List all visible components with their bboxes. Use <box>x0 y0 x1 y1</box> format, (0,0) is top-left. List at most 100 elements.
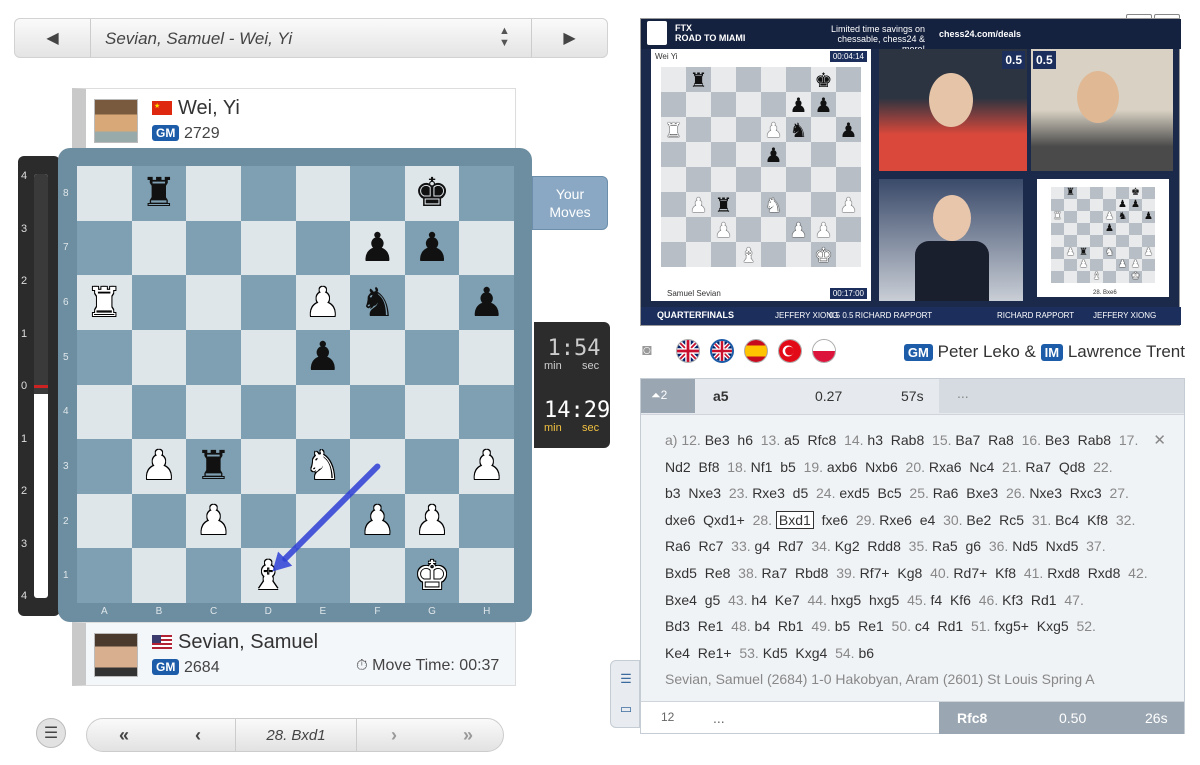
analysis-move[interactable]: Kf6 <box>950 592 971 608</box>
spain-flag-icon[interactable] <box>744 339 768 363</box>
square-a3[interactable]: 3 <box>63 439 132 494</box>
first-move-button[interactable]: « <box>87 719 161 751</box>
analysis-move[interactable]: Nd5 <box>1012 538 1038 554</box>
analysis-move[interactable]: Qxd1+ <box>703 512 745 528</box>
next-move-button[interactable]: › <box>357 719 431 751</box>
analysis-move[interactable]: Rab8 <box>1078 432 1111 448</box>
analysis-move[interactable]: Rc5 <box>999 512 1024 528</box>
black-pawn-icon[interactable]: ♟ <box>305 337 341 377</box>
analysis-move[interactable]: fxg5+ <box>994 618 1029 634</box>
analysis-move[interactable]: Nd2 <box>665 459 691 475</box>
square-g7[interactable]: ♟ <box>404 220 460 276</box>
analysis-move[interactable]: b6 <box>858 645 874 661</box>
analysis-move[interactable]: Bc4 <box>1055 512 1079 528</box>
analysis-move[interactable]: Rf7+ <box>860 565 890 581</box>
analysis-move[interactable]: h6 <box>737 432 753 448</box>
analysis-move[interactable]: Kf8 <box>995 565 1016 581</box>
square-f7[interactable]: ♟ <box>350 220 405 276</box>
analysis-move[interactable]: Ra6 <box>665 538 691 554</box>
uk-flag-icon[interactable] <box>710 339 734 363</box>
square-d1[interactable]: ♝ D <box>240 548 296 617</box>
chat-icon[interactable]: ▭ <box>617 701 635 717</box>
video-stream[interactable]: FTX ROAD TO MIAMI Limited time savings on… <box>640 18 1181 326</box>
square-c4[interactable] <box>186 384 241 440</box>
analysis-move[interactable]: hxg5 <box>831 592 861 608</box>
analysis-move[interactable]: Bxe4 <box>665 592 697 608</box>
square-b4[interactable] <box>131 384 187 440</box>
analysis-move[interactable]: f4 <box>930 592 942 608</box>
analysis-move[interactable]: Kd5 <box>763 645 788 661</box>
chess-board[interactable]: 8 ♜ ♚ 7 ♟ ♟ ♜ 6 ♟ ♞ ♟ 5 ♟ 4 3 ♟ ♜ ♞ ♟ 2 ♟ ♟ ♟ 1 A B C ♝ D E F ♚ G H <box>63 166 514 617</box>
uk-flag-icon[interactable] <box>676 339 700 363</box>
square-b5[interactable] <box>131 329 187 385</box>
square-d7[interactable] <box>240 220 296 276</box>
square-c3[interactable]: ♜ <box>186 439 241 494</box>
square-g2[interactable]: ♟ <box>404 493 460 549</box>
square-a1[interactable]: 1A <box>63 548 132 617</box>
analysis-move[interactable]: Rxe6 <box>879 512 912 528</box>
square-g3[interactable] <box>404 439 460 494</box>
current-analysis-move[interactable]: Bxd1 <box>775 510 814 529</box>
square-c7[interactable] <box>186 220 241 276</box>
square-b3[interactable]: ♟ <box>131 439 187 494</box>
analysis-move[interactable]: Ra7 <box>762 565 788 581</box>
analysis-move[interactable]: Rc7 <box>698 538 723 554</box>
square-h6[interactable]: ♟ <box>459 275 514 330</box>
analysis-move[interactable]: b3 <box>665 485 681 501</box>
analysis-move[interactable]: Nxe3 <box>688 485 721 501</box>
analysis-move[interactable]: b4 <box>755 618 771 634</box>
square-b8[interactable]: ♜ <box>131 166 187 221</box>
square-c6[interactable] <box>186 275 241 330</box>
reference-game[interactable]: Sevian, Samuel (2684) 1-0 Hakobyan, Aram… <box>665 666 1161 693</box>
analysis-move[interactable]: c4 <box>915 618 930 634</box>
square-h4[interactable] <box>459 384 514 440</box>
black-rook-icon[interactable]: ♜ <box>141 173 177 213</box>
white-pawn-icon[interactable]: ♟ <box>360 501 396 541</box>
analysis-move[interactable]: g5 <box>705 592 721 608</box>
square-e5[interactable]: ♟ <box>295 329 351 385</box>
analysis-move[interactable]: Bf8 <box>698 459 719 475</box>
analysis-move[interactable]: Kf8 <box>1087 512 1108 528</box>
analysis-move[interactable]: Ra5 <box>932 538 958 554</box>
analysis-move[interactable]: Rxc3 <box>1070 485 1102 501</box>
black-pawn-icon[interactable]: ♟ <box>414 228 450 268</box>
square-h8[interactable] <box>459 166 514 221</box>
sort-updown-icon[interactable]: ▲ ▼ <box>499 25 510 49</box>
square-c8[interactable] <box>186 166 241 221</box>
analysis-move[interactable]: Re1 <box>858 618 884 634</box>
square-h7[interactable] <box>459 220 514 276</box>
square-d5[interactable] <box>240 329 296 385</box>
analysis-move[interactable]: Nxb6 <box>865 459 898 475</box>
last-move-button[interactable]: » <box>431 719 505 751</box>
list-icon[interactable]: ☰ <box>617 671 635 687</box>
turkey-flag-icon[interactable] <box>778 339 802 363</box>
white-pawn-icon[interactable]: ♟ <box>141 446 177 486</box>
analysis-move[interactable]: exd5 <box>839 485 869 501</box>
analysis-move[interactable]: Re8 <box>705 565 731 581</box>
analysis-move[interactable]: Rbd8 <box>795 565 828 581</box>
square-f8[interactable] <box>350 166 405 221</box>
square-b1[interactable]: B <box>131 548 187 617</box>
previous-move-button[interactable]: ‹ <box>161 719 235 751</box>
camera-off-icon[interactable]: ◙ <box>642 342 652 360</box>
analysis-move[interactable]: Nf1 <box>751 459 773 475</box>
analysis-move[interactable]: g4 <box>755 538 771 554</box>
next-game-button[interactable]: ▶ <box>531 19 607 57</box>
square-d2[interactable] <box>240 493 296 549</box>
black-rook-icon[interactable]: ♜ <box>196 446 232 486</box>
square-g6[interactable] <box>404 275 460 330</box>
analysis-move[interactable]: Rab8 <box>891 432 924 448</box>
square-f4[interactable] <box>350 384 405 440</box>
analysis-move[interactable]: Bd3 <box>665 618 690 634</box>
analysis-move[interactable]: Rxd8 <box>1047 565 1080 581</box>
analysis-move[interactable]: h4 <box>751 592 767 608</box>
square-a6[interactable]: ♜ 6 <box>63 275 132 330</box>
white-king-icon[interactable]: ♚ <box>414 556 450 596</box>
square-g8[interactable]: ♚ <box>404 166 460 221</box>
white-rook-icon[interactable]: ♜ <box>86 283 122 323</box>
analysis-move[interactable]: Bxd5 <box>665 565 697 581</box>
analysis-move[interactable]: Rfc8 <box>807 432 836 448</box>
analysis-move[interactable]: Be3 <box>705 432 730 448</box>
square-e6[interactable]: ♟ <box>295 275 351 330</box>
square-h3[interactable]: ♟ <box>459 439 514 494</box>
